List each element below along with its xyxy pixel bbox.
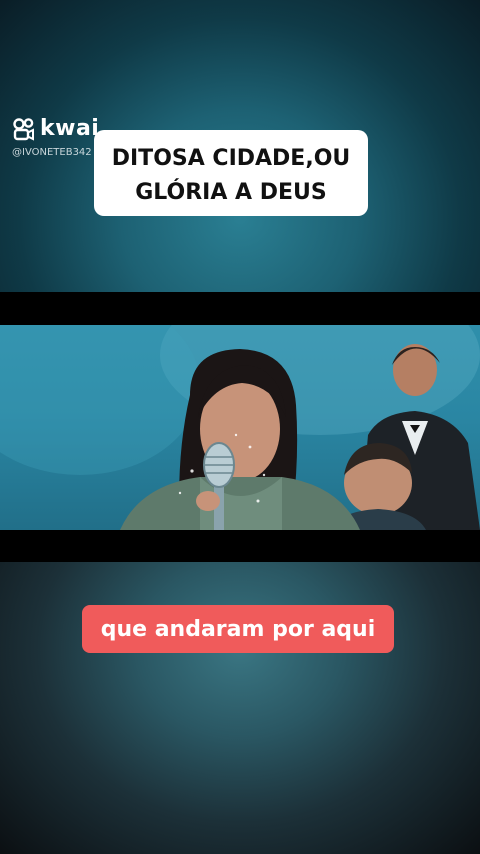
title-line-1: DITOSA CIDADE,OU	[111, 146, 351, 171]
kwai-logo: kwai	[12, 116, 99, 141]
kwai-brand-text: kwai	[40, 116, 100, 141]
title-line-2: GLÓRIA A DEUS	[135, 180, 327, 205]
creator-handle: @IVONETEB342	[12, 147, 92, 158]
lyric-caption-text: que andaram por aqui	[100, 616, 376, 642]
letterbox-top	[0, 292, 480, 325]
video-scene	[0, 325, 480, 530]
title-overlay: DITOSA CIDADE,OU GLÓRIA A DEUS	[94, 130, 368, 216]
video-frame[interactable]	[0, 325, 480, 530]
kwai-logo-icon	[13, 117, 34, 141]
letterbox-bottom	[0, 530, 480, 562]
lyric-caption: que andaram por aqui	[82, 605, 394, 653]
